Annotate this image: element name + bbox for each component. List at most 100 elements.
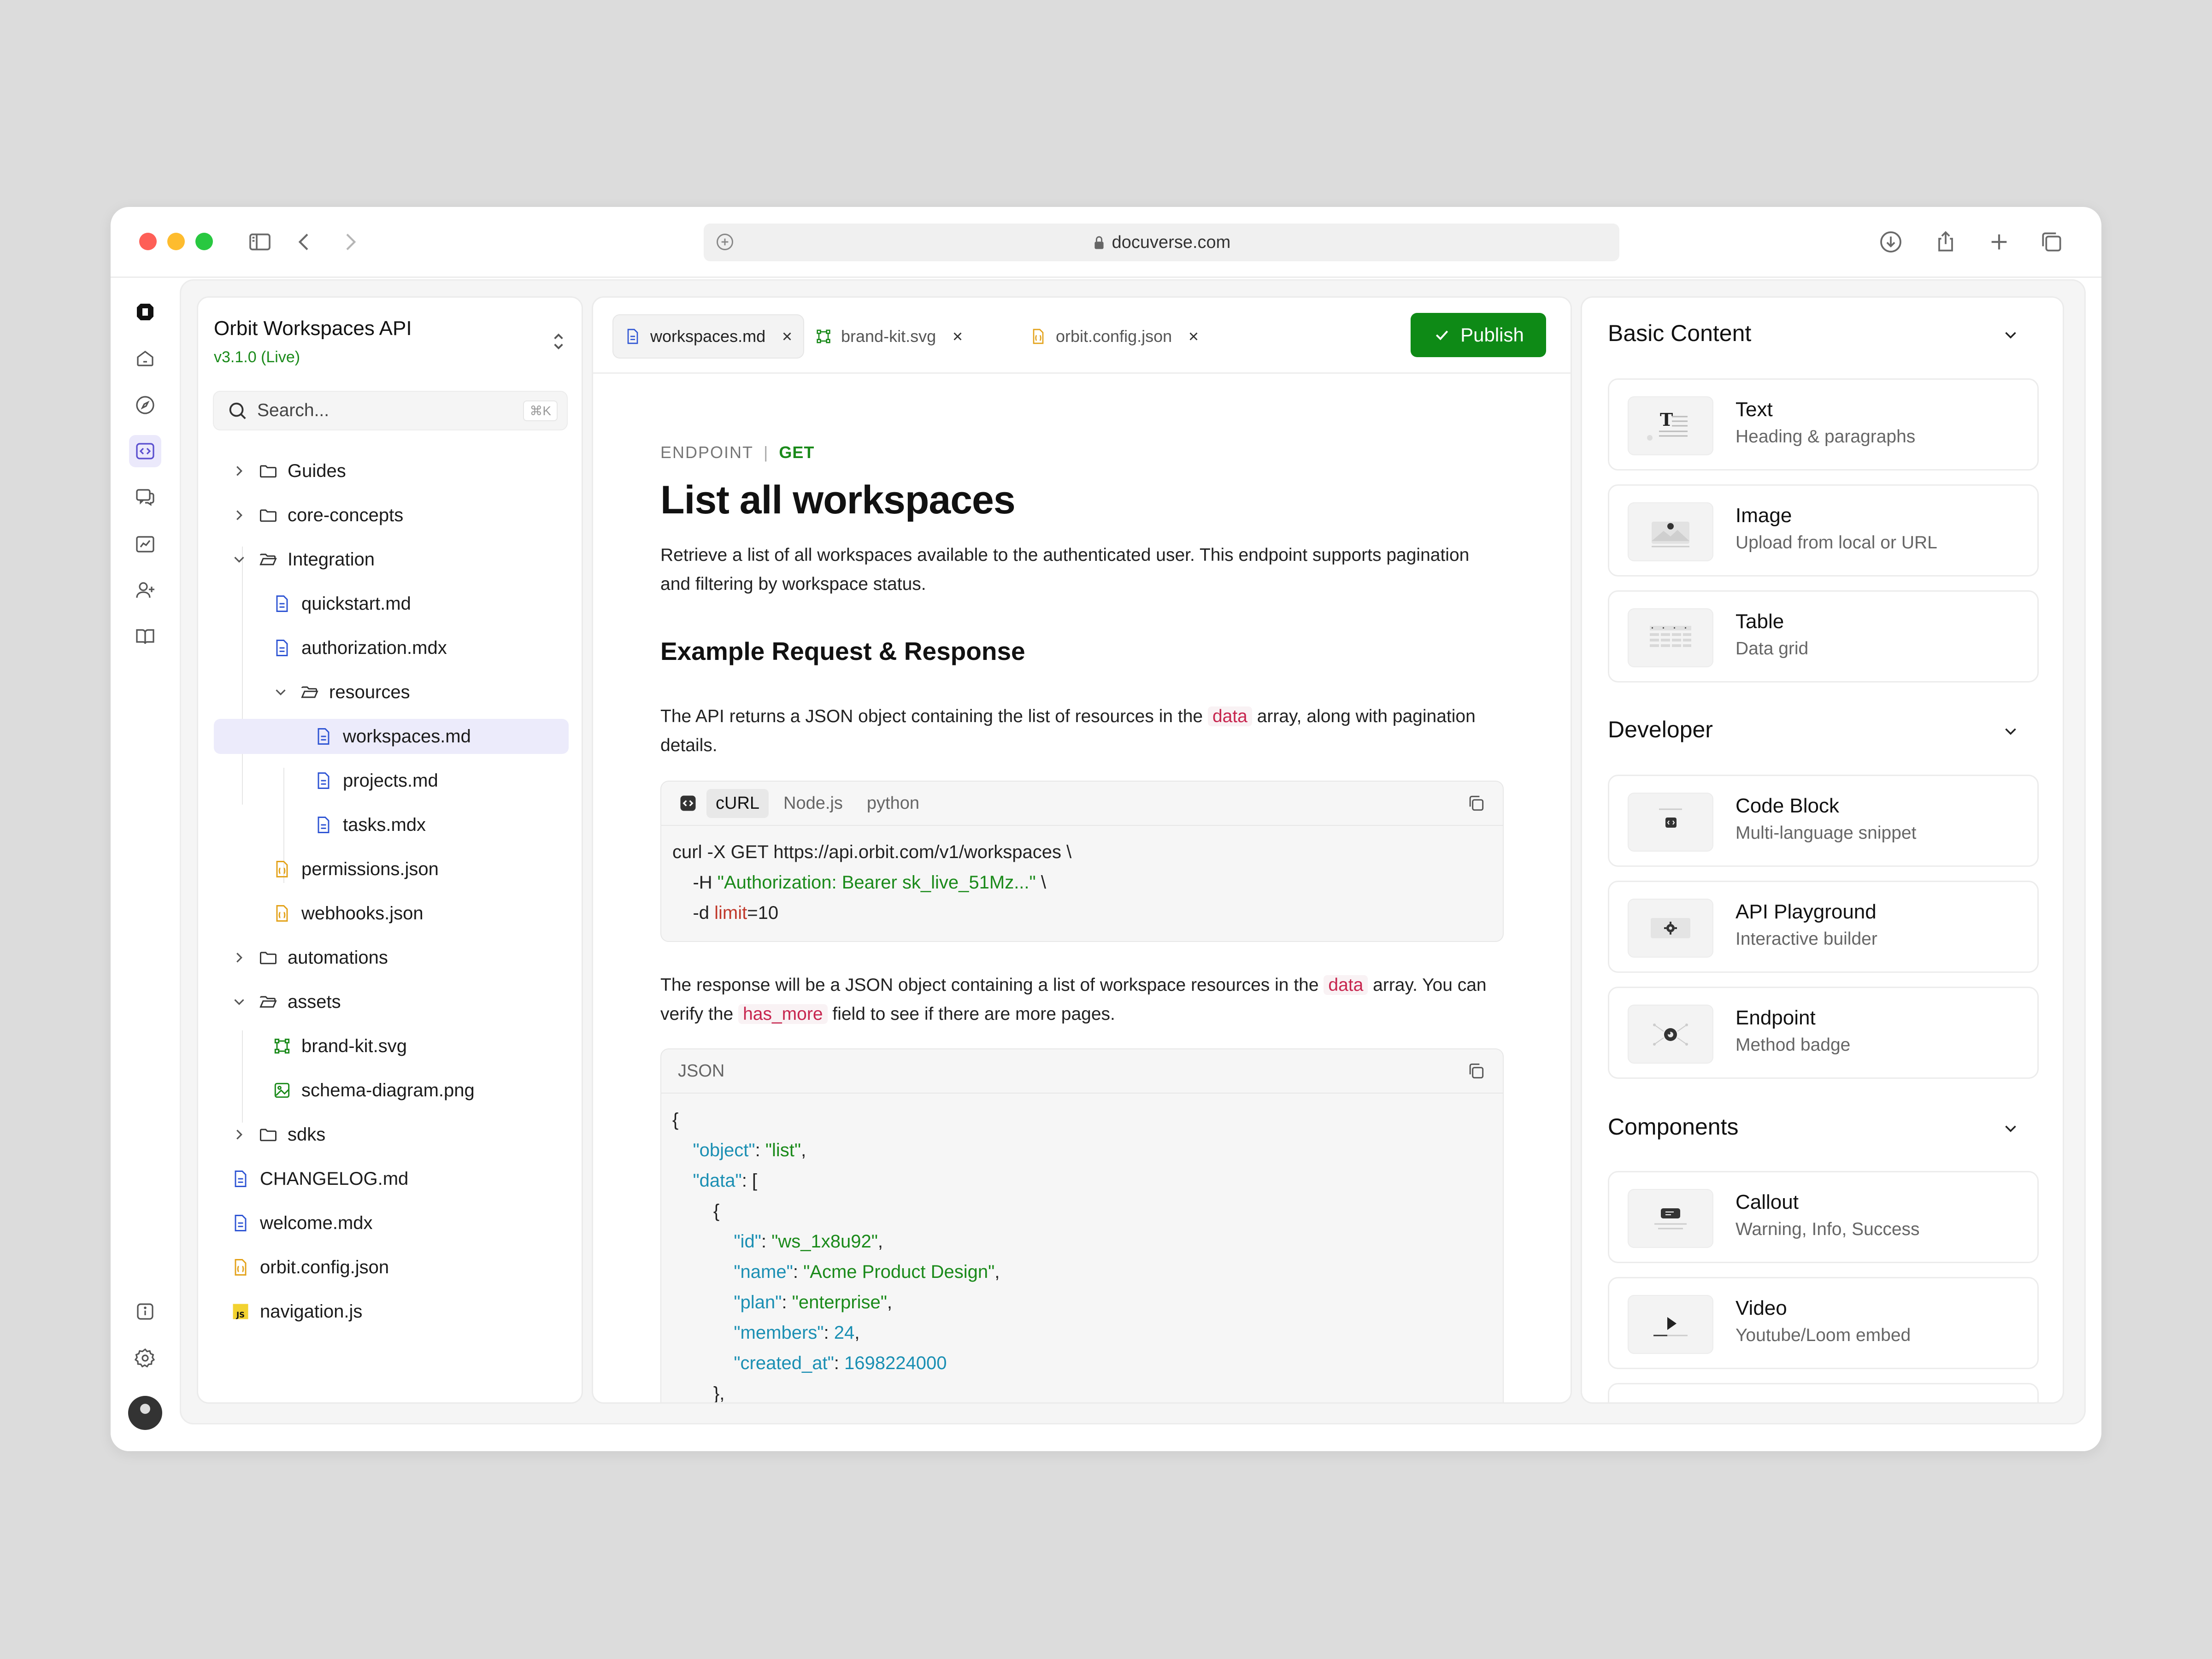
code-tab-curl[interactable]: cURL [706,788,769,818]
tree-folder-core-concepts[interactable]: core-concepts [230,498,403,533]
section-heading[interactable]: Example Request & Response [660,636,1025,666]
user-avatar[interactable] [128,1396,162,1430]
block-subtitle: Data grid [1735,639,1809,659]
tree-folder-assets[interactable]: assets [230,984,341,1019]
users-icon[interactable] [129,574,161,606]
tree-file-workspaces[interactable]: workspaces.md [214,719,569,754]
publish-button[interactable]: Publish [1411,313,1546,357]
block-image[interactable]: Image Upload from local or URL [1608,484,2039,577]
code-editor-icon[interactable] [129,435,161,467]
new-tab-icon[interactable] [1985,228,2013,256]
json-key: "object" [693,1140,755,1160]
chat-icon[interactable] [129,481,161,513]
tree-file-tasks[interactable]: tasks.mdx [313,807,426,842]
tree-folder-automations[interactable]: automations [230,940,388,975]
tree-label: Integration [288,549,375,570]
tree-folder-integration[interactable]: Integration [230,542,375,577]
sidebar-toggle-icon[interactable] [246,228,274,256]
search-placeholder: Search... [257,400,329,420]
intro-paragraph[interactable]: Retrieve a list of all workspaces availa… [660,541,1490,599]
tree-folder-guides[interactable]: Guides [230,453,346,488]
book-icon[interactable] [129,620,161,653]
tree-file-projects[interactable]: projects.md [313,763,438,798]
close-window-button[interactable] [139,233,157,250]
section-components[interactable]: Components [1608,1113,1739,1140]
tab-workspaces-md[interactable]: workspaces.md [612,314,805,359]
json-label: JSON [678,1061,725,1081]
back-icon[interactable] [290,228,318,256]
chevron-right-icon [236,953,242,963]
tree-file-permissions[interactable]: permissions.json [272,852,439,887]
minimize-window-button[interactable] [167,233,185,250]
logo-icon[interactable] [129,296,161,328]
home-icon[interactable] [129,342,161,374]
tree-label: orbit.config.json [260,1257,389,1277]
block-more[interactable] [1608,1383,2039,1402]
json-value: "Acme Product Design" [803,1262,995,1282]
tree-file-navigation[interactable]: JS navigation.js [230,1294,362,1329]
json-code[interactable]: { "object": "list", "data": [ { "id": "w… [661,1094,1503,1402]
tree-folder-sdks[interactable]: sdks [230,1117,325,1152]
address-bar[interactable]: docuverse.com [704,224,1619,261]
page-title[interactable]: List all workspaces [660,477,1016,523]
paragraph-1[interactable]: The API returns a JSON object containing… [660,702,1490,760]
tree-file-changelog[interactable]: CHANGELOG.md [230,1161,408,1196]
api-playground-thumb [1628,899,1713,958]
project-switcher-icon[interactable] [549,330,568,353]
tree-file-webhooks[interactable]: webhooks.json [272,896,424,931]
block-api-playground[interactable]: API Playground Interactive builder [1608,881,2039,973]
code-tab-python[interactable]: python [858,789,929,818]
tree-file-orbit-config[interactable]: orbit.config.json [230,1250,389,1285]
copy-icon[interactable] [1466,1061,1486,1081]
block-video[interactable]: Video Youtube/Loom embed [1608,1277,2039,1369]
close-icon[interactable] [780,329,794,343]
copy-icon[interactable] [1466,793,1486,813]
browser-titlebar: docuverse.com [111,207,2101,278]
chevron-down-icon[interactable] [2001,1119,2020,1138]
tree-file-welcome[interactable]: welcome.mdx [230,1206,373,1241]
forward-icon[interactable] [336,228,364,256]
tree-folder-resources[interactable]: resources [272,675,410,710]
check-icon [1436,330,1448,341]
tab-overview-icon[interactable] [2038,228,2065,256]
code-tab-nodejs[interactable]: Node.js [774,789,852,818]
chevron-down-icon[interactable] [2001,325,2020,345]
analytics-icon[interactable] [129,528,161,560]
url-text: docuverse.com [1112,232,1231,252]
share-icon[interactable] [1932,228,1959,256]
block-code-block[interactable]: Code Block Multi-language snippet [1608,775,2039,867]
info-icon[interactable] [129,1295,161,1328]
site-settings-icon[interactable] [715,232,735,252]
settings-gear-icon[interactable] [129,1342,161,1374]
chevron-down-icon[interactable] [2001,722,2020,741]
tree-label: webhooks.json [301,903,424,924]
close-icon[interactable] [951,329,965,343]
tree-label: schema-diagram.png [301,1080,475,1100]
section-basic-content[interactable]: Basic Content [1608,320,1751,347]
section-developer[interactable]: Developer [1608,716,1713,743]
block-callout[interactable]: Callout Warning, Info, Success [1608,1171,2039,1263]
tab-orbit-config-json[interactable]: orbit.config.json [1019,314,1210,359]
tree-file-authorization[interactable]: authorization.mdx [272,630,447,665]
json-file-icon [1033,329,1044,344]
code-line: curl -X GET https://api.orbit.com/v1/wor… [672,842,1072,862]
tab-brand-kit-svg[interactable]: brand-kit.svg [804,314,974,359]
app-area: Orbit Workspaces API v3.1.0 (Live) Searc… [111,279,2101,1451]
close-icon[interactable] [1187,329,1200,343]
download-icon[interactable] [1877,228,1905,256]
tree-file-quickstart[interactable]: quickstart.md [272,586,411,621]
md-file-icon [318,728,329,745]
md-file-icon [235,1215,247,1231]
block-endpoint[interactable]: Endpoint Method badge [1608,987,2039,1079]
folder-icon [260,1129,276,1141]
block-table[interactable]: Table Data grid [1608,590,2039,682]
paragraph-2[interactable]: The response will be a JSON object conta… [660,971,1490,1029]
tree-file-schema-diagram[interactable]: schema-diagram.png [272,1073,475,1108]
block-text[interactable]: T Text Heading & paragraphs [1608,378,2039,471]
callout-thumb [1628,1189,1713,1248]
search-input[interactable]: Search... ⌘K [213,391,568,430]
tree-file-brand-kit[interactable]: brand-kit.svg [272,1029,407,1064]
zoom-window-button[interactable] [195,233,213,250]
curl-code[interactable]: curl -X GET https://api.orbit.com/v1/wor… [661,826,1503,939]
compass-icon[interactable] [129,389,161,421]
